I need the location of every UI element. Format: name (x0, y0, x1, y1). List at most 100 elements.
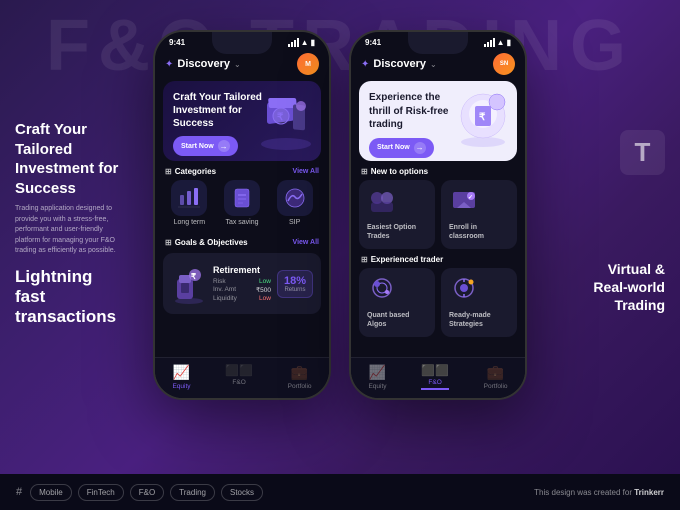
phone-2-start-label: Start Now (377, 144, 410, 151)
phone-2-nav-equity[interactable]: 📈 Equity (368, 364, 386, 390)
phone-1-status-icons: ▲ ▮ (288, 38, 315, 47)
option-card-enroll[interactable]: ✓ Enroll in classroom (441, 180, 517, 249)
equity-nav-icon: 📈 (173, 364, 190, 381)
category-sip[interactable]: SIP (277, 180, 313, 226)
inv-label: Inv. Amt (213, 286, 236, 294)
phone-2-screen: 9:41 ▲ ▮ ✦ Discovery ⌄ SN (351, 32, 525, 398)
phone-1-goals-section: ₹ Retirement Risk Low Inv. Amt ₹500 (155, 251, 329, 316)
returns-percentage: 18% (284, 275, 306, 287)
hash-icon: # (16, 486, 22, 498)
retirement-liquidity-row: Liquidity Low (213, 295, 271, 302)
option-enroll-icon: ✓ (449, 188, 479, 219)
left-heading: Craft Your Tailored Investment for Succe… (15, 120, 125, 198)
phone-2-grid-icon: ⊞ (361, 167, 368, 176)
phone-2-fo-label: F&O (428, 379, 441, 386)
phone-2-fo-icon: ⬛⬛ (421, 364, 448, 377)
phone-2-notch (408, 32, 468, 54)
left-body: Trading application designed to provide … (15, 204, 125, 257)
phone-2-equity-icon: 📈 (369, 364, 386, 381)
phone-2-experienced-header: ⊞ Experienced trader (351, 255, 525, 268)
phone-2-options-grid: Easiest Option Trades ✓ Enroll in classr… (351, 180, 525, 255)
option-card-strategies[interactable]: Ready-made Strategies (441, 268, 517, 337)
banner-illustration: ₹ (255, 86, 317, 154)
option-card-quant[interactable]: Quant based Algos (359, 268, 435, 337)
compass-icon: ✦ (165, 59, 173, 70)
goals-view-all[interactable]: View All (293, 239, 319, 246)
phones-container: 9:41 ▲ ▮ ✦ Discovery ⌄ M (153, 30, 527, 400)
phone-2-banner-illustration: ₹ (453, 86, 513, 151)
sip-label: SIP (289, 219, 300, 226)
liquidity-label: Liquidity (213, 295, 237, 302)
tag-mobile[interactable]: Mobile (30, 484, 72, 501)
phone-2-chevron-icon: ⌄ (430, 60, 437, 69)
phone-1-notch (212, 32, 272, 54)
phone-2-portfolio-icon: 💼 (487, 364, 504, 381)
phone-2-banner-title: Experience the thrill of Risk-free tradi… (369, 91, 459, 132)
fo-nav-icon: ⬛⬛ (225, 364, 252, 377)
phone-1-nav-equity[interactable]: 📈 Equity (172, 364, 190, 390)
retirement-card[interactable]: ₹ Retirement Risk Low Inv. Amt ₹500 (163, 253, 321, 314)
liquidity-value: Low (259, 295, 271, 302)
option-quant-label: Quant based Algos (367, 311, 427, 329)
phone-2-banner: Experience the thrill of Risk-free tradi… (359, 81, 517, 161)
svg-text:✓: ✓ (468, 195, 473, 201)
goals-grid-icon: ⊞ (165, 238, 172, 247)
phone-1: 9:41 ▲ ▮ ✦ Discovery ⌄ M (153, 30, 331, 400)
phone-2-compass-icon: ✦ (361, 59, 369, 70)
retirement-title: Retirement (213, 265, 271, 275)
phone-2-portfolio-label: Portfolio (484, 383, 508, 390)
tag-fo[interactable]: F&O (130, 484, 164, 501)
returns-badge: 18% Returns (277, 270, 313, 298)
option-strategies-label: Ready-made Strategies (449, 311, 509, 329)
phone-1-start-button[interactable]: Start Now → (173, 136, 238, 156)
option-card-easiest[interactable]: Easiest Option Trades (359, 180, 435, 249)
t-logo: T (620, 130, 665, 175)
right-heading: Virtual &Real-worldTrading (593, 260, 665, 315)
sip-icon (277, 180, 313, 216)
phone-1-categories-header: ⊞ Categories View All (155, 161, 329, 180)
categories-title: ⊞ Categories (165, 167, 216, 176)
phone-2-new-options-header: ⊞ New to options (351, 161, 525, 180)
phone-1-nav-fo[interactable]: ⬛⬛ F&O (225, 364, 252, 390)
phone-1-time: 9:41 (169, 38, 185, 47)
categories-view-all[interactable]: View All (293, 168, 319, 175)
portfolio-nav-label: Portfolio (288, 383, 312, 390)
phone-2-wifi-icon: ▲ (497, 38, 505, 47)
phone-2-battery-icon: ▮ (507, 38, 511, 47)
right-side-text: Virtual &Real-worldTrading (593, 260, 665, 315)
category-long-term[interactable]: Long term (171, 180, 207, 226)
svg-text:₹: ₹ (479, 112, 486, 123)
phone-2-nav-fo[interactable]: ⬛⬛ F&O (421, 364, 448, 390)
goals-title: ⊞ Goals & Objectives (165, 238, 248, 247)
trinkerr-credit: This design was created for Trinkerr (534, 488, 664, 497)
svg-text:₹: ₹ (191, 272, 196, 281)
phone-2-start-button[interactable]: Start Now → (369, 138, 434, 158)
equity-nav-label: Equity (172, 383, 190, 390)
tag-stocks[interactable]: Stocks (221, 484, 263, 501)
long-term-label: Long term (174, 219, 206, 226)
chevron-down-icon: ⌄ (234, 60, 241, 69)
portfolio-nav-icon: 💼 (291, 364, 308, 381)
phone-2-avatar[interactable]: SN (493, 53, 515, 75)
grid-icon: ⊞ (165, 167, 172, 176)
retirement-risk-row: Risk Low (213, 278, 271, 285)
phone-1-nav-portfolio[interactable]: 💼 Portfolio (288, 364, 312, 390)
phone-1-avatar[interactable]: M (297, 53, 319, 75)
phone-1-header-left: ✦ Discovery ⌄ (165, 58, 241, 70)
categories-label: Categories (175, 167, 216, 176)
tag-fintech[interactable]: FinTech (78, 484, 124, 501)
goals-label: Goals & Objectives (175, 238, 248, 247)
option-strategies-icon (449, 276, 479, 307)
phone-2-equity-label: Equity (368, 383, 386, 390)
option-easiest-label: Easiest Option Trades (367, 223, 427, 241)
category-tax-saving[interactable]: Tax saving (224, 180, 260, 226)
new-options-label: New to options (371, 167, 428, 176)
inv-value: ₹500 (256, 286, 271, 294)
tag-trading[interactable]: Trading (170, 484, 215, 501)
tax-saving-label: Tax saving (225, 219, 258, 226)
phone-1-header-title: Discovery (177, 58, 230, 70)
retirement-icon: ₹ (171, 261, 207, 306)
phone-2-bottom-nav: 📈 Equity ⬛⬛ F&O 💼 Portfolio (351, 357, 525, 398)
phone-2-header-title: Discovery (373, 58, 426, 70)
phone-2-nav-portfolio[interactable]: 💼 Portfolio (484, 364, 508, 390)
